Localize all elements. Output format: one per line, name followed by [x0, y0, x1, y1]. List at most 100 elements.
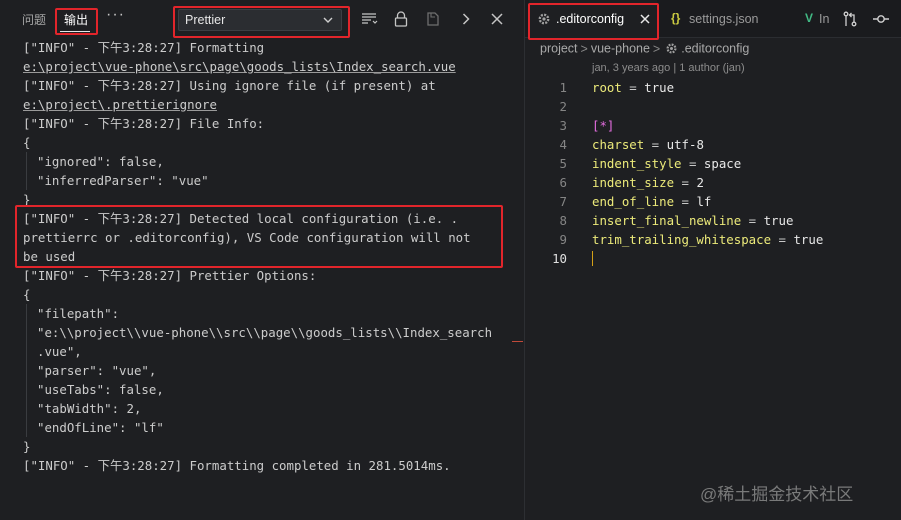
indent-guide — [26, 152, 27, 171]
code-line[interactable]: 7 end_of_line = lf — [525, 192, 901, 211]
config-key: root — [592, 80, 622, 95]
indent-guide — [26, 418, 27, 437]
gear-icon — [538, 13, 550, 25]
config-value: true — [793, 232, 824, 247]
code-line[interactable]: 6 indent_size = 2 — [525, 173, 901, 192]
log-line: "parser": "vue", — [23, 361, 523, 380]
indent-guide — [26, 342, 27, 361]
line-number: 9 — [559, 232, 567, 247]
config-key: indent_size — [592, 175, 675, 190]
code-content: root = true — [592, 78, 674, 97]
line-number: 3 — [559, 118, 567, 133]
code-line[interactable]: 1 root = true — [525, 78, 901, 97]
more-actions-icon[interactable]: ··· — [106, 6, 125, 24]
code-editor[interactable]: 1 root = true 2 3 [*] 4 charset = utf-8 5 indent… — [525, 78, 901, 268]
file-link[interactable]: e:\project\vue-phone\src\page\goods_list… — [23, 59, 456, 74]
editor-tab-bar: .editorconfig {} settings.json V In — [525, 0, 901, 38]
log-line: "ignored": false, — [23, 152, 523, 171]
log-text: ["INFO" - 下午3:28:27] Using ignore file (… — [23, 78, 436, 93]
tab-output[interactable]: 输出 — [64, 11, 88, 28]
indent-guide — [26, 323, 27, 342]
indent-guide — [26, 304, 27, 323]
line-number: 10 — [552, 251, 567, 266]
code-content: indent_size = 2 — [592, 173, 704, 192]
json-file-icon: {} — [671, 11, 681, 25]
operator: = — [644, 137, 667, 152]
log-line: .vue", — [23, 342, 523, 361]
log-line: e:\project\.prettierignore — [23, 95, 523, 114]
indent-guide — [26, 399, 27, 418]
tab-editorconfig[interactable]: .editorconfig — [529, 0, 657, 38]
overflow-marker — [512, 341, 523, 342]
breadcrumb-item[interactable]: vue-phone — [591, 42, 650, 56]
tab-index-search-vue[interactable]: V In — [797, 0, 837, 38]
code-line[interactable]: 10 — [525, 249, 901, 268]
output-channel-select[interactable]: Prettier — [178, 9, 342, 31]
tab-settings-json[interactable]: {} settings.json — [665, 0, 785, 38]
log-text: be used — [23, 249, 76, 264]
log-line: be used — [23, 247, 523, 266]
open-in-editor-icon[interactable] — [424, 10, 442, 28]
tab-problems[interactable]: 问题 — [22, 11, 46, 28]
git-commit-icon[interactable] — [872, 10, 890, 28]
vue-file-icon: V — [805, 11, 814, 25]
indent-guide — [26, 380, 27, 399]
operator: = — [741, 213, 764, 228]
log-line: "useTabs": false, — [23, 380, 523, 399]
line-number: 7 — [559, 194, 567, 209]
log-text: } — [23, 439, 31, 454]
config-key: end_of_line — [592, 194, 675, 209]
log-text: ["INFO" - 下午3:28:27] Formatting complete… — [23, 458, 451, 473]
code-line[interactable]: 9 trim_trailing_whitespace = true — [525, 230, 901, 249]
log-line: } — [23, 437, 523, 456]
line-number: 6 — [559, 175, 567, 190]
section-header: [*] — [592, 118, 615, 133]
config-key: insert_final_newline — [592, 213, 742, 228]
lock-icon[interactable] — [392, 10, 410, 28]
log-text: "tabWidth": 2, — [37, 401, 142, 416]
breadcrumb: project > vue-phone > .editorconfig — [540, 41, 749, 56]
code-line[interactable]: 3 [*] — [525, 116, 901, 135]
log-line: e:\project\vue-phone\src\page\goods_list… — [23, 57, 523, 76]
list-filter-icon[interactable] — [360, 10, 378, 28]
log-line: "endOfLine": "lf" — [23, 418, 523, 437]
file-link[interactable]: e:\project\.prettierignore — [23, 97, 217, 112]
log-text: ["INFO" - 下午3:28:27] File Info: — [23, 116, 265, 131]
log-line: prettierrc or .editorconfig), VS Code co… — [23, 228, 523, 247]
indent-guide — [26, 171, 27, 190]
config-value: utf-8 — [666, 137, 704, 152]
breadcrumb-item[interactable]: .editorconfig — [681, 42, 749, 56]
log-line: ["INFO" - 下午3:28:27] Detected local conf… — [23, 209, 523, 228]
code-content: [*] — [592, 116, 614, 135]
text-cursor — [592, 251, 593, 266]
open-changes-icon[interactable] — [841, 10, 859, 28]
operator: = — [621, 80, 645, 95]
config-key: trim_trailing_whitespace — [592, 232, 772, 247]
chevron-right-icon[interactable] — [457, 10, 475, 28]
config-key: indent_style — [592, 156, 682, 171]
code-line[interactable]: 5 indent_style = space — [525, 154, 901, 173]
log-line: ["INFO" - 下午3:28:27] Formatting complete… — [23, 456, 523, 475]
code-line[interactable]: 8 insert_final_newline = true — [525, 211, 901, 230]
code-content: indent_style = space — [592, 154, 741, 173]
editor-group: .editorconfig {} settings.json V In proj… — [525, 0, 901, 520]
line-number: 2 — [559, 99, 567, 114]
log-text: .vue", — [37, 344, 82, 359]
log-line: ["INFO" - 下午3:28:27] Prettier Options: — [23, 266, 523, 285]
close-icon[interactable] — [488, 10, 506, 28]
log-line: } — [23, 190, 523, 209]
log-text: } — [23, 192, 31, 207]
log-text: ["INFO" - 下午3:28:27] Detected local conf… — [23, 211, 459, 226]
log-line: { — [23, 133, 523, 152]
line-number: 4 — [559, 137, 567, 152]
log-line: "e:\\project\\vue-phone\\src\\page\\good… — [23, 323, 523, 342]
log-text: "parser": "vue", — [37, 363, 157, 378]
breadcrumb-item[interactable]: project — [540, 42, 578, 56]
code-line[interactable]: 2 — [525, 97, 901, 116]
operator: = — [674, 194, 697, 209]
close-tab-icon[interactable] — [639, 12, 651, 26]
config-value: 2 — [696, 175, 704, 190]
log-text: "useTabs": false, — [37, 382, 164, 397]
git-blame-codelens[interactable]: jan, 3 years ago | 1 author (jan) — [592, 62, 745, 74]
code-line[interactable]: 4 charset = utf-8 — [525, 135, 901, 154]
